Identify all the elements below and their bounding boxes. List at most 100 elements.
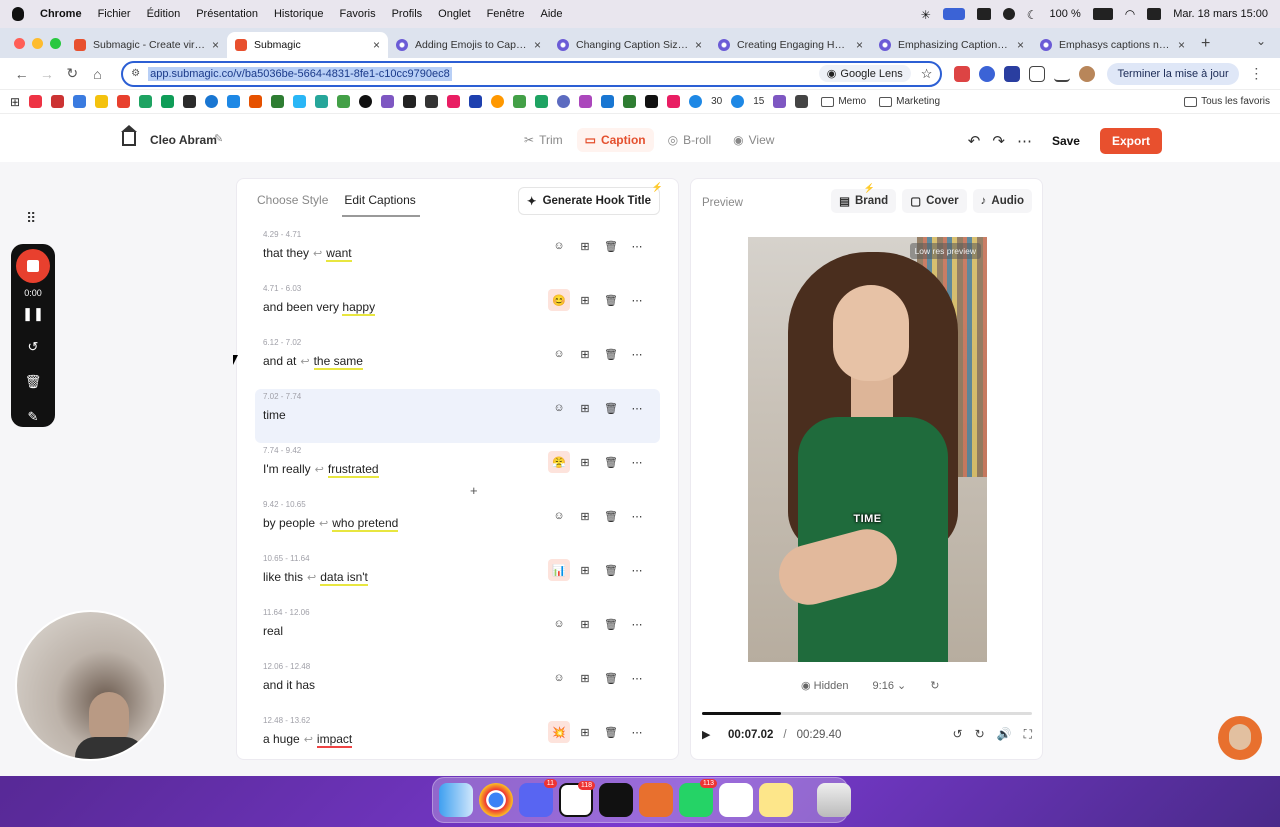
drive-icon[interactable] bbox=[161, 95, 175, 108]
caption-word[interactable]: a huge bbox=[263, 732, 300, 746]
close-tab-icon[interactable]: × bbox=[856, 38, 863, 52]
rewind-icon[interactable]: ↺ bbox=[953, 727, 963, 742]
menu-window[interactable]: Fenêtre bbox=[487, 8, 525, 20]
emoji-button[interactable]: 😤 bbox=[548, 451, 570, 473]
line-break-icon[interactable]: ↩ bbox=[300, 356, 309, 368]
cover-button[interactable]: ▢ Cover bbox=[902, 189, 967, 213]
more-icon[interactable]: ⋯ bbox=[1017, 132, 1032, 150]
wifi-icon[interactable]: ◠ bbox=[1125, 7, 1135, 21]
url-text[interactable]: app.submagic.co/v/ba5036be-5664-4831-8fe… bbox=[148, 66, 452, 81]
line-break-icon[interactable]: ↩ bbox=[319, 518, 328, 530]
apps-grid-icon[interactable]: ⊞ bbox=[10, 95, 20, 109]
forward-icon[interactable]: ↻ bbox=[975, 727, 985, 742]
trash-icon[interactable]: 🗑 bbox=[11, 374, 55, 390]
aspect-ratio-select[interactable]: 9:16 ⌄ bbox=[873, 679, 907, 692]
gmail-icon[interactable] bbox=[29, 95, 43, 108]
highlighted-word[interactable]: want bbox=[326, 246, 352, 262]
close-tab-icon[interactable]: × bbox=[373, 38, 380, 52]
menu-tab[interactable]: Onglet bbox=[438, 8, 470, 20]
notes-icon[interactable] bbox=[759, 783, 793, 817]
moon-icon[interactable]: ☾ bbox=[1027, 8, 1038, 22]
home-button[interactable]: ⌂ bbox=[86, 66, 109, 82]
pencil-icon[interactable]: ✎ bbox=[214, 132, 223, 145]
trash-icon[interactable]: 🗑 bbox=[600, 721, 622, 743]
drive-icon[interactable] bbox=[139, 95, 153, 108]
chatgpt-icon[interactable] bbox=[599, 783, 633, 817]
forward-button[interactable]: → bbox=[35, 66, 58, 82]
bookmark-icon[interactable] bbox=[731, 95, 745, 108]
highlighted-word[interactable]: the same bbox=[313, 354, 363, 370]
menu-view[interactable]: Présentation bbox=[196, 8, 258, 20]
caption-word[interactable]: by people bbox=[263, 516, 315, 530]
tab-trim[interactable]: ✂ Trim bbox=[516, 128, 571, 152]
highlighted-word[interactable]: data isn't bbox=[320, 570, 368, 586]
caption-word[interactable]: and at bbox=[263, 354, 296, 368]
caption-row[interactable]: 6.12 - 7.02 and at ↩ the same ☺ ⊞ 🗑 ⋯ bbox=[255, 335, 660, 389]
bookmark-icon[interactable] bbox=[773, 95, 787, 108]
bookmark-icon[interactable] bbox=[425, 95, 439, 108]
reload-button[interactable]: ↻ bbox=[61, 65, 84, 82]
emoji-button[interactable]: 💥 bbox=[548, 721, 570, 743]
grid-icon[interactable]: ⊞ bbox=[574, 667, 596, 689]
add-emoji-icon[interactable]: ☺ bbox=[548, 397, 570, 419]
grid-icon[interactable]: ⊞ bbox=[574, 505, 596, 527]
caption-word[interactable]: that they bbox=[263, 246, 309, 260]
close-tab-icon[interactable]: × bbox=[212, 38, 219, 52]
add-emoji-icon[interactable]: ☺ bbox=[548, 343, 570, 365]
highlighted-word[interactable]: frustrated bbox=[327, 462, 379, 478]
bookmark-star-icon[interactable]: ☆ bbox=[921, 66, 933, 82]
bookmark-icon[interactable] bbox=[183, 95, 197, 108]
bookmark-icon[interactable] bbox=[73, 95, 87, 108]
support-chat-avatar[interactable] bbox=[1218, 716, 1262, 760]
bookmark-icon[interactable] bbox=[491, 95, 505, 108]
add-caption-button[interactable]: + bbox=[470, 483, 478, 498]
datetime[interactable]: Mar. 18 mars 15:00 bbox=[1173, 8, 1268, 20]
highlighted-word[interactable]: happy bbox=[342, 300, 376, 316]
project-name[interactable]: Cleo Abram bbox=[150, 133, 217, 147]
grid-icon[interactable]: ⊞ bbox=[574, 613, 596, 635]
export-button[interactable]: Export bbox=[1099, 128, 1162, 154]
tab-edit-captions[interactable]: Edit Captions bbox=[342, 183, 421, 217]
more-icon[interactable]: ⋯ bbox=[626, 559, 648, 581]
caption-text[interactable]: by people ↩ who pretend bbox=[263, 516, 399, 532]
gmail-alt-icon[interactable] bbox=[51, 95, 65, 108]
visibility-toggle[interactable]: ◉ Hidden bbox=[801, 679, 849, 692]
new-tab-button[interactable]: + bbox=[1201, 32, 1210, 58]
add-emoji-icon[interactable]: ☺ bbox=[548, 667, 570, 689]
notification-icon[interactable] bbox=[976, 8, 991, 20]
menu-edit[interactable]: Édition bbox=[147, 8, 181, 20]
grid-icon[interactable]: ⊞ bbox=[574, 451, 596, 473]
emoji-button[interactable]: 📊 bbox=[548, 559, 570, 581]
battery-icon[interactable] bbox=[1092, 8, 1113, 20]
redo-icon[interactable]: ↷ bbox=[992, 132, 1005, 150]
caption-row[interactable]: 10.65 - 11.64 like this ↩ data isn't 📊 ⊞ 🗑 ⋯ bbox=[255, 551, 660, 605]
extension-b-icon[interactable] bbox=[1004, 65, 1021, 82]
trash-icon[interactable]: 🗑 bbox=[600, 559, 622, 581]
trash-icon[interactable] bbox=[817, 783, 851, 817]
refresh-icon[interactable]: ↻ bbox=[930, 679, 939, 692]
play-icon[interactable]: ▶ bbox=[702, 728, 722, 741]
bookmark-icon[interactable] bbox=[795, 95, 809, 108]
update-button[interactable]: Terminer la mise à jour bbox=[1107, 62, 1239, 85]
slack-icon[interactable] bbox=[447, 95, 461, 108]
bookmark-icon[interactable] bbox=[293, 95, 307, 108]
bookmark-folder-memo[interactable]: Memo bbox=[821, 96, 866, 107]
trash-icon[interactable]: 🗑 bbox=[600, 235, 622, 257]
tab-broll[interactable]: ◎ B-roll bbox=[660, 128, 720, 152]
bookmark-icon[interactable] bbox=[381, 95, 395, 108]
bookmark-icon[interactable] bbox=[315, 95, 329, 108]
caption-word[interactable]: time bbox=[263, 408, 286, 422]
whatsapp-icon[interactable]: 113 bbox=[679, 779, 717, 817]
claude-icon[interactable] bbox=[639, 783, 673, 817]
video-preview[interactable]: Low res preview TIME bbox=[748, 237, 987, 662]
webcam-bubble[interactable] bbox=[15, 610, 166, 761]
more-icon[interactable]: ⋯ bbox=[626, 343, 648, 365]
close-tab-icon[interactable]: × bbox=[534, 38, 541, 52]
close-tab-icon[interactable]: × bbox=[695, 38, 702, 52]
bookmark-icon[interactable] bbox=[205, 95, 219, 108]
trash-icon[interactable]: 🗑 bbox=[600, 451, 622, 473]
save-button[interactable]: Save bbox=[1044, 129, 1088, 153]
grid-icon[interactable]: ⊞ bbox=[574, 343, 596, 365]
grid-icon[interactable]: ⊞ bbox=[574, 235, 596, 257]
caption-word[interactable]: real bbox=[263, 624, 283, 638]
